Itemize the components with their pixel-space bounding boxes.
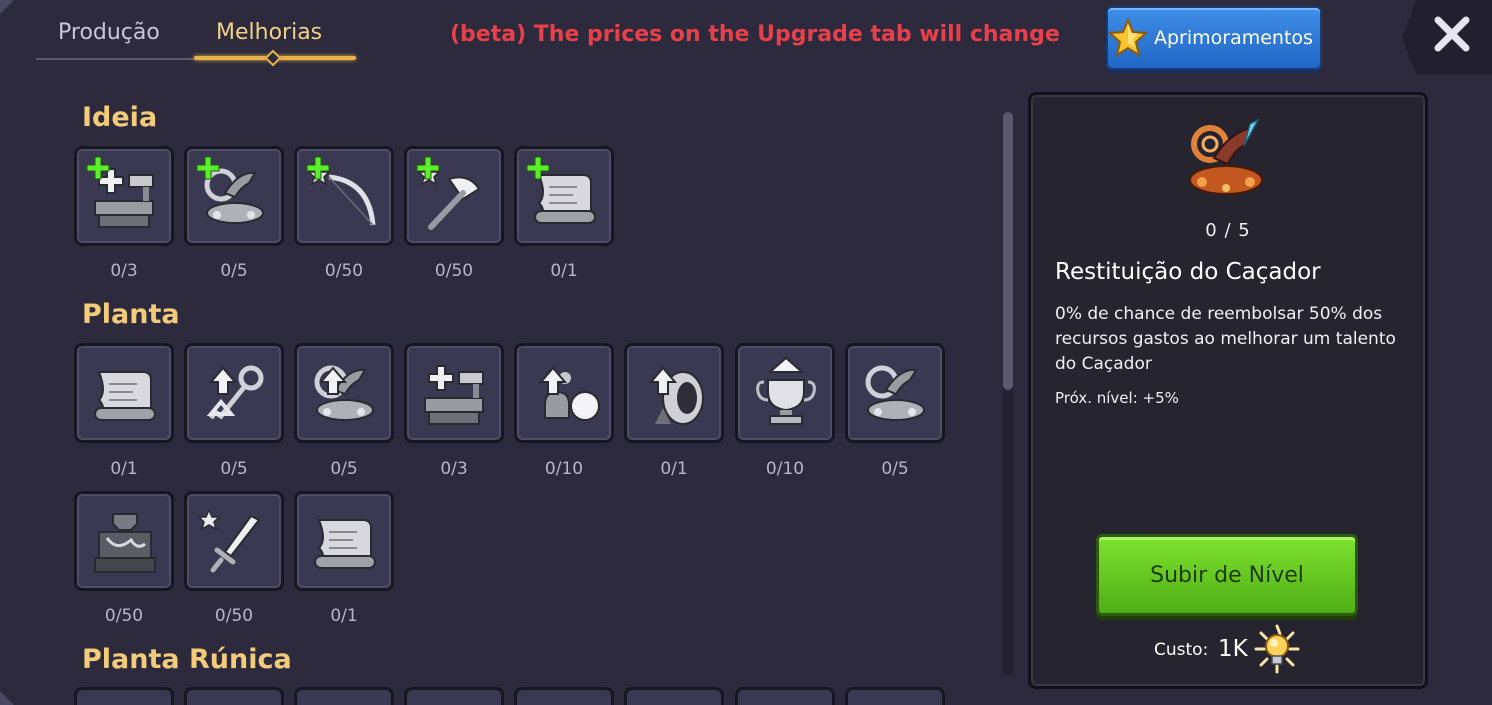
upgrade-slot-planta-3[interactable] <box>294 343 394 443</box>
level-up-button-label: Subir de Nível <box>1150 562 1304 588</box>
upgrade-slot-planta-10[interactable] <box>184 491 284 591</box>
plus-icon <box>526 156 550 180</box>
enhancements-button-label: Aprimoramentos <box>1154 27 1313 49</box>
star-sword-icon <box>198 509 273 580</box>
upgrade-slot-runica-2[interactable] <box>184 687 284 705</box>
upgrade-title: Restituição do Caçador <box>1055 259 1321 285</box>
slot-count: 0/1 <box>330 606 358 626</box>
trophy-cup-icon <box>756 356 816 426</box>
slot-count: 0/1 <box>550 261 578 281</box>
frame-corner-bottom-left <box>0 691 14 705</box>
slot-count: 0/50 <box>324 261 364 281</box>
slot-count: 0/5 <box>220 261 248 281</box>
upgrade-slot-ideia-5[interactable] <box>514 146 614 246</box>
workbench-cross-icon <box>424 365 484 425</box>
star-icon <box>1108 18 1148 58</box>
up-arrow-key-icon <box>195 354 273 432</box>
upgrade-slot-planta-6[interactable] <box>624 343 724 443</box>
slot-count: 0/1 <box>660 459 688 479</box>
upgrade-slot-planta-11[interactable] <box>294 491 394 591</box>
slot-count: 0/3 <box>440 459 468 479</box>
upgrade-slot-planta-7[interactable] <box>735 343 835 443</box>
level-up-button[interactable]: Subir de Nível <box>1096 534 1358 616</box>
upgrade-slot-runica-6[interactable] <box>624 687 724 705</box>
slot-count: 0/10 <box>544 459 584 479</box>
upgrade-level: 0 / 5 <box>1205 220 1251 241</box>
hunter-restitution-icon <box>1189 118 1263 195</box>
enhancements-button[interactable]: Aprimoramentos <box>1106 6 1322 70</box>
slot-count: 0/50 <box>104 606 144 626</box>
plus-icon <box>196 156 220 180</box>
tab-active-diamond-icon <box>264 49 282 67</box>
upgrade-slot-runica-8[interactable] <box>845 687 945 705</box>
upgrade-slot-planta-8[interactable] <box>845 343 945 443</box>
upgrade-slot-ideia-2[interactable] <box>184 146 284 246</box>
upgrade-slot-ideia-1[interactable] <box>74 146 174 246</box>
cost-label: Custo: <box>1154 640 1209 660</box>
upgrade-slot-ideia-4[interactable] <box>404 146 504 246</box>
upgrade-slot-runica-1[interactable] <box>74 687 174 705</box>
slot-count: 0/5 <box>881 459 909 479</box>
upgrade-slot-runica-4[interactable] <box>404 687 504 705</box>
upgrade-slot-ideia-3[interactable] <box>294 146 394 246</box>
section-title-planta-runica: Planta Rúnica <box>82 644 292 675</box>
section-title-ideia: Ideia <box>82 102 158 133</box>
upgrade-slot-runica-3[interactable] <box>294 687 394 705</box>
upgrade-slot-planta-9[interactable] <box>74 491 174 591</box>
tab-melhorias[interactable]: Melhorias <box>216 20 322 45</box>
upgrade-slot-planta-1[interactable] <box>74 343 174 443</box>
slot-count: 0/1 <box>110 459 138 479</box>
upgrade-description: 0% de chance de reembolsar 50% dos recur… <box>1055 304 1396 374</box>
up-arrow-potion-icon <box>540 367 600 421</box>
frame-corner-top-left <box>0 0 14 14</box>
slot-count: 0/5 <box>330 459 358 479</box>
up-arrow-ring-icon <box>650 367 704 425</box>
anvil-icon <box>93 512 157 574</box>
scroll-icon <box>314 519 376 569</box>
up-arrow-horn-icon <box>305 354 383 432</box>
upgrade-slot-planta-4[interactable] <box>404 343 504 443</box>
trophy-horn-icon <box>856 354 934 432</box>
close-icon[interactable] <box>1430 12 1474 56</box>
tab-producao[interactable]: Produção <box>58 20 160 45</box>
slot-count: 0/50 <box>434 261 474 281</box>
slot-count: 0/3 <box>110 261 138 281</box>
lightbulb-icon <box>1254 624 1300 674</box>
plus-icon <box>416 156 440 180</box>
tab-bar: Produção Melhorias <box>36 18 356 67</box>
upgrade-slot-runica-7[interactable] <box>735 687 835 705</box>
beta-notice: (beta) The prices on the Upgrade tab wil… <box>450 22 1060 47</box>
next-level-bonus: Próx. nível: +5% <box>1055 389 1179 407</box>
scrollbar-thumb[interactable] <box>1003 112 1013 390</box>
scroll-icon <box>94 371 156 421</box>
slot-count: 0/5 <box>220 459 248 479</box>
upgrade-slot-planta-5[interactable] <box>514 343 614 443</box>
slot-count: 0/10 <box>765 459 805 479</box>
upgrade-slot-planta-2[interactable] <box>184 343 284 443</box>
plus-icon <box>306 156 330 180</box>
plus-icon <box>86 156 110 180</box>
upgrade-slot-runica-5[interactable] <box>514 687 614 705</box>
slot-count: 0/50 <box>214 606 254 626</box>
section-title-planta: Planta <box>82 299 180 330</box>
cost-value: 1K <box>1218 636 1248 662</box>
tab-underline <box>36 58 194 60</box>
